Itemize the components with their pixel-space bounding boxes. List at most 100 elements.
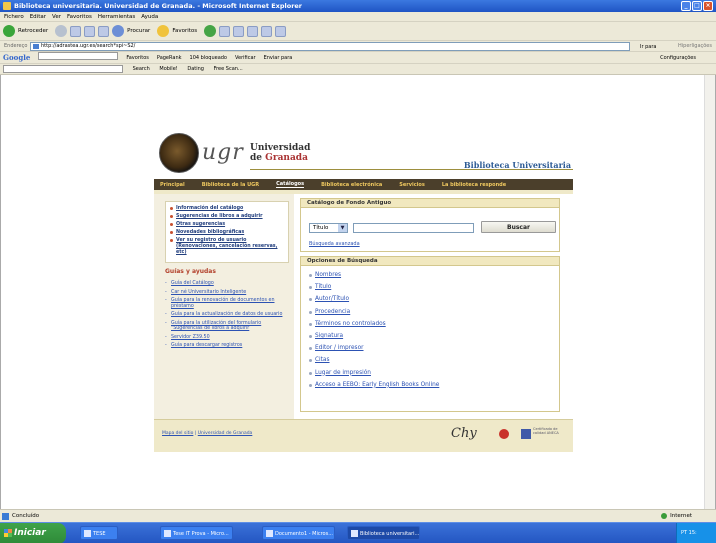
guide-z3950[interactable]: Servidor Z39.50: [165, 335, 289, 341]
toolbar-search-input[interactable]: [3, 64, 123, 73]
option-lugar[interactable]: Lugar de impresión: [309, 370, 559, 377]
search-button-label[interactable]: Procurar: [127, 28, 150, 34]
google-item-check[interactable]: Verificar: [235, 52, 256, 63]
footer-certificate[interactable]: Certificado de calidad ANECA: [521, 427, 565, 442]
option-eebo[interactable]: Acceso a EEBO: Early English Books Onlin…: [309, 382, 559, 389]
link-new-titles[interactable]: Novedades bibliográficas: [170, 230, 284, 236]
link-user-record[interactable]: Ver su registro de usuario (Renovaciones…: [170, 238, 284, 256]
guide-loan-renewal[interactable]: Guía para la renovación de documentos en…: [165, 298, 289, 309]
university-name-de: de: [250, 153, 263, 163]
favorites-button-label[interactable]: Favoritos: [172, 28, 197, 34]
google-search-input[interactable]: [38, 52, 119, 60]
menu-help[interactable]: Ayuda: [141, 12, 158, 21]
google-item-blocked[interactable]: 104 bloqueado: [190, 52, 227, 63]
option-citas[interactable]: Citas: [309, 357, 559, 364]
nav-biblioteca-responde[interactable]: La biblioteca responde: [442, 182, 506, 188]
option-procedencia[interactable]: Procedencia: [309, 309, 559, 316]
ugr-seal-logo[interactable]: [159, 133, 199, 173]
option-signatura[interactable]: Signatura: [309, 333, 559, 340]
guide-user-data[interactable]: Guía para la actualización de datos de u…: [165, 312, 289, 318]
mail-icon[interactable]: [219, 25, 231, 37]
edit-icon[interactable]: [247, 25, 259, 37]
browser-window: Biblioteca universitaria. Universidad de…: [0, 0, 716, 543]
task-word-doc1[interactable]: Documento1 - Micros...: [262, 526, 335, 540]
toolbar-freescan-button[interactable]: Free Scan...: [214, 66, 243, 72]
window-controls: _ □ ×: [681, 1, 713, 11]
page-icon: [33, 44, 39, 49]
google-item-pagerank[interactable]: PageRank: [157, 52, 182, 63]
toolbar-mobile-button[interactable]: Mobile!: [159, 66, 177, 72]
print-icon[interactable]: [233, 25, 245, 37]
toolbar-dating-button[interactable]: Dating: [187, 66, 204, 72]
guide-suggestions-form[interactable]: Guía para la utilización del formulario …: [165, 321, 289, 332]
toolbar-search-button[interactable]: Search: [133, 66, 150, 72]
address-label: Endereço: [4, 43, 28, 49]
folder-icon[interactable]: [261, 25, 273, 37]
nav-biblioteca-electronica[interactable]: Biblioteca electrónica: [321, 182, 382, 188]
address-bar: Endereço http://adrastea.ugr.es/search*s…: [0, 41, 716, 52]
messenger-icon[interactable]: [275, 25, 287, 37]
search-input[interactable]: [353, 223, 474, 233]
history-icon[interactable]: [204, 25, 217, 37]
close-button[interactable]: ×: [703, 1, 713, 11]
back-button-label[interactable]: Retroceder: [18, 28, 48, 34]
option-titulo[interactable]: Título: [309, 284, 559, 291]
nav-principal[interactable]: Principal: [160, 182, 185, 188]
stop-icon[interactable]: [70, 25, 82, 37]
footer-university-link[interactable]: Universidad de Granada: [198, 431, 253, 436]
option-editor[interactable]: Editor / impresor: [309, 345, 559, 352]
home-icon[interactable]: [98, 25, 110, 37]
menu-bar: Fichero Editar Ver Favoritos Herramienta…: [0, 12, 716, 22]
address-input[interactable]: http://adrastea.ugr.es/search*spi~S2/: [30, 42, 630, 51]
footer-sitemap-link[interactable]: Mapa del sitio: [162, 431, 193, 436]
refresh-icon[interactable]: [84, 25, 96, 37]
vertical-scrollbar[interactable]: [704, 75, 715, 509]
option-terminos[interactable]: Términos no controlados: [309, 321, 559, 328]
google-item-favorites[interactable]: Favoritos: [126, 52, 149, 63]
task-browser[interactable]: Biblioteca universitari...: [347, 526, 420, 540]
nav-biblioteca-ugr[interactable]: Biblioteca de la UGR: [202, 182, 259, 188]
google-logo[interactable]: Google: [3, 52, 30, 63]
task-word-tese[interactable]: Tese IT Prova - Micro...: [160, 526, 233, 540]
footer-seal-icon[interactable]: [499, 429, 509, 439]
link-catalog-info[interactable]: Información del catálogo: [170, 206, 284, 212]
advanced-search-link[interactable]: Búsqueda avanzada: [309, 241, 360, 247]
university-name-granada: Granada: [265, 153, 308, 163]
link-other-suggestions[interactable]: Otras sugerencias: [170, 222, 284, 228]
page-content: ugr Universidad de Granada Biblioteca Un…: [0, 75, 716, 509]
footer-chy-logo[interactable]: Chy: [451, 426, 477, 441]
menu-edit[interactable]: Editar: [30, 12, 46, 21]
search-button[interactable]: Buscar: [481, 221, 556, 233]
left-sidebar: Información del catálogo Sugerencias de …: [154, 194, 294, 419]
guide-download-records[interactable]: Guía para descargar registros: [165, 343, 289, 349]
address-url: http://adrastea.ugr.es/search*spi~S2/: [41, 43, 136, 49]
favorites-icon[interactable]: [157, 25, 170, 37]
menu-favorites[interactable]: Favoritos: [67, 12, 92, 21]
menu-file[interactable]: Fichero: [4, 12, 24, 21]
menu-tools[interactable]: Herramientas: [98, 12, 135, 21]
search-icon[interactable]: [112, 25, 125, 37]
footer-links: Mapa del sitio | Universidad de Granada: [162, 431, 252, 436]
google-settings-button[interactable]: Configurações: [660, 52, 696, 64]
start-button[interactable]: Iniciar: [0, 523, 66, 543]
option-autor-titulo[interactable]: Autor/Título: [309, 296, 559, 303]
guide-catalog[interactable]: Guía del Catálogo: [165, 281, 289, 287]
google-item-send[interactable]: Enviar para: [264, 52, 293, 63]
option-nombres[interactable]: Nombres: [309, 272, 559, 279]
search-field-select[interactable]: Título ▼: [309, 223, 348, 233]
nav-catalogos[interactable]: Catálogos: [276, 181, 305, 188]
link-book-suggestions[interactable]: Sugerencias de libros a adquirir: [170, 214, 284, 220]
chevron-down-icon[interactable]: ▼: [338, 224, 347, 232]
guide-smart-card[interactable]: Car né Universitario Inteligente: [165, 290, 289, 296]
back-icon[interactable]: [3, 25, 15, 37]
minimize-button[interactable]: _: [681, 1, 691, 11]
site-footer: Mapa del sitio | Universidad de Granada …: [154, 419, 573, 452]
maximize-button[interactable]: □: [692, 1, 702, 11]
search-options-title: Opciones de Búsqueda: [301, 257, 559, 266]
links-button[interactable]: Hiperligações: [678, 41, 712, 52]
forward-icon[interactable]: [55, 25, 68, 37]
university-name: Universidad de Granada: [250, 143, 310, 163]
task-tese[interactable]: TESE: [80, 526, 118, 540]
menu-view[interactable]: Ver: [52, 12, 61, 21]
nav-servicios[interactable]: Servicios: [399, 182, 425, 188]
